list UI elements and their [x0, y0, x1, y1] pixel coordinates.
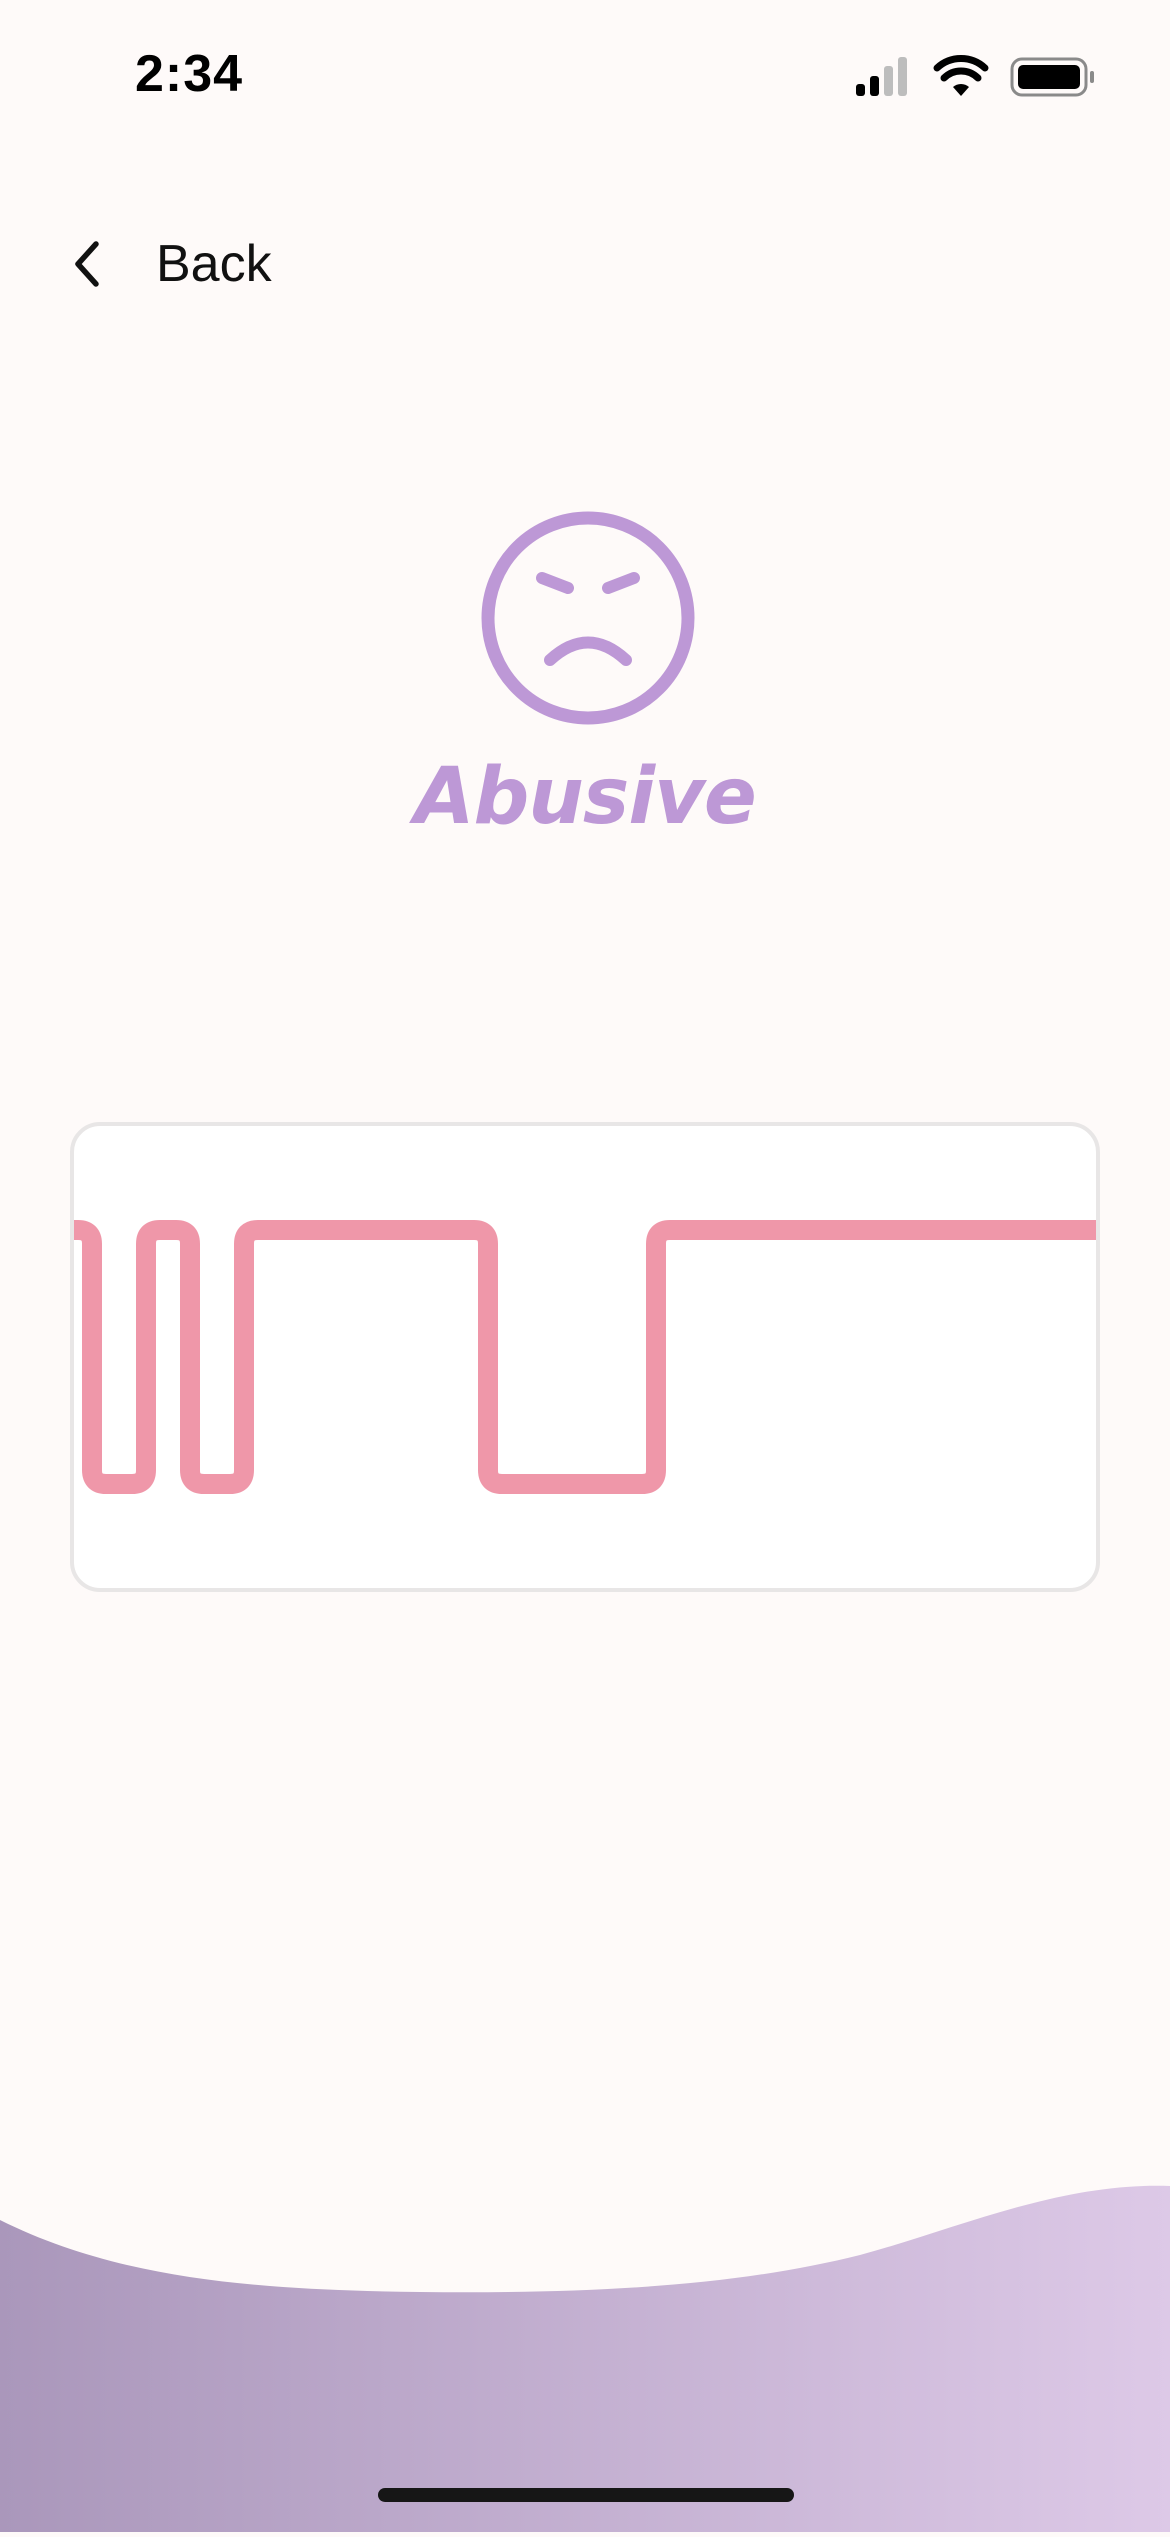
cellular-signal-icon — [856, 57, 907, 96]
angry-face-icon — [480, 510, 696, 726]
battery-icon — [1010, 57, 1094, 97]
status-bar: 2:34 — [0, 0, 1170, 150]
status-icons — [850, 52, 1100, 102]
status-time: 2:34 — [135, 45, 244, 103]
mood-title: Abusive — [414, 752, 757, 842]
home-indicator[interactable] — [378, 2488, 794, 2502]
chevron-left-icon — [75, 241, 99, 287]
vibration-pattern-line — [74, 1220, 1096, 1494]
vibration-pattern-card — [70, 1122, 1100, 1592]
back-button[interactable]: Back — [68, 222, 328, 306]
decorative-wave — [0, 2150, 1170, 2532]
wifi-icon — [933, 55, 989, 96]
back-label: Back — [156, 235, 272, 293]
